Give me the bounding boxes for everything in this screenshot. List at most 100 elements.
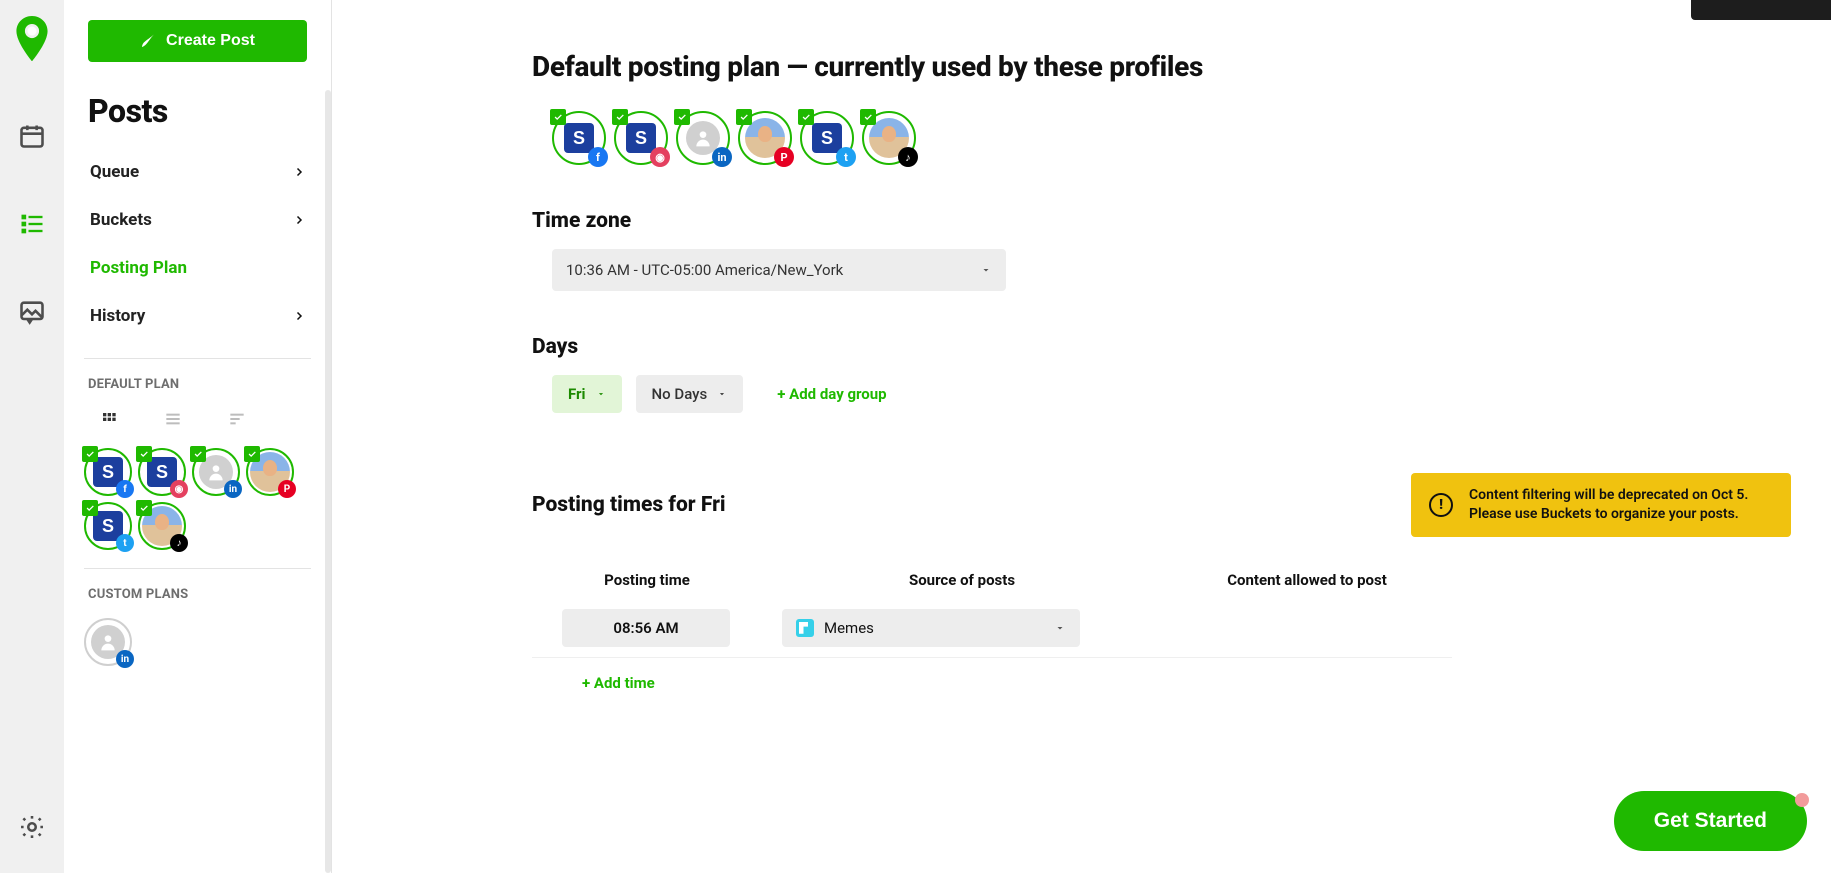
profile-avatar[interactable]: Sf [552,111,606,165]
notification-dot [1795,793,1809,807]
page-heading: Default posting plan — currently used by… [532,50,1791,83]
sidebar-item-history[interactable]: History [72,292,323,340]
profile-avatar[interactable]: St [800,111,854,165]
chevron-down-icon [596,389,606,399]
posting-plan-label: Posting Plan [90,258,187,278]
tt-badge-icon: ♪ [898,147,918,167]
profile-avatar[interactable]: S◉ [614,111,668,165]
profile-avatar[interactable]: in [676,111,730,165]
profile-row: SfS◉ in P St ♪ [532,111,1791,165]
days-row: Fri No Days + Add day group [552,375,1791,413]
profile-avatar[interactable]: St [84,502,132,550]
profile-avatar[interactable]: ♪ [862,111,916,165]
bucket-icon [796,619,814,637]
pt-badge-icon: P [278,480,296,498]
no-days-label: No Days [652,385,708,403]
posting-time-input[interactable]: 08:56 AM [562,609,730,647]
sidebar-item-queue[interactable]: Queue [72,148,323,196]
rail-settings[interactable] [0,795,64,859]
profile-avatar[interactable]: P [738,111,792,165]
profile-avatar[interactable]: in [192,448,240,496]
profile-avatar[interactable]: P [246,448,294,496]
view-sort-button[interactable] [226,408,248,430]
chevron-down-icon [1054,622,1066,634]
posting-times-table: Posting time Source of posts Content all… [532,571,1452,692]
profile-avatar[interactable]: in [84,618,132,666]
check-icon [798,109,814,125]
add-day-group-link[interactable]: + Add day group [777,385,886,403]
sidebar-item-posting-plan[interactable]: Posting Plan [72,244,323,292]
profile-avatar[interactable]: Sf [84,448,132,496]
deprecation-warning: ! Content filtering will be deprecated o… [1411,473,1791,537]
tw-badge-icon: t [116,534,134,552]
sidebar-title: Posts [64,92,331,148]
check-icon [82,446,98,462]
divider [84,568,311,569]
col-source: Source of posts [812,571,1112,589]
timezone-title: Time zone [532,209,1791,233]
app-logo [15,16,49,60]
chevron-right-icon [293,310,305,322]
view-list-button[interactable] [162,408,184,430]
profile-avatar[interactable]: ♪ [138,502,186,550]
view-grid-button[interactable] [98,408,120,430]
col-posting-time: Posting time [532,571,762,589]
feather-icon [140,33,156,49]
timezone-value: 10:36 AM - UTC-05:00 America/New_York [566,261,843,279]
tt-badge-icon: ♪ [170,534,188,552]
create-post-label: Create Post [166,32,255,50]
get-started-label: Get Started [1654,809,1767,832]
nav-rail [0,0,64,873]
posting-times-header: Posting times for Fri ! Content filterin… [532,473,1791,537]
rail-posts[interactable] [0,192,64,256]
sidebar-item-buckets[interactable]: Buckets [72,196,323,244]
warning-text: Content filtering will be deprecated on … [1469,486,1773,524]
side-nav: Queue Buckets Posting Plan History [64,148,331,340]
rail-media[interactable] [0,280,64,344]
custom-profile-grid: in [64,614,331,666]
check-icon [612,109,628,125]
li-badge-icon: in [116,650,134,668]
check-icon [736,109,752,125]
table-head: Posting time Source of posts Content all… [532,571,1452,599]
create-post-button[interactable]: Create Post [88,20,307,62]
divider [84,358,311,359]
pt-badge-icon: P [774,147,794,167]
table-row: 08:56 AM Memes [532,599,1452,658]
default-plan-label: DEFAULT PLAN [64,377,331,404]
col-allowed: Content allowed to post [1162,571,1452,589]
timezone-select[interactable]: 10:36 AM - UTC-05:00 America/New_York [552,249,1006,291]
history-label: History [90,306,145,326]
chevron-down-icon [717,389,727,399]
buckets-label: Buckets [90,210,152,230]
li-badge-icon: in [712,147,732,167]
day-pill-selected[interactable]: Fri [552,375,622,413]
check-icon [674,109,690,125]
profile-grid: SfS◉ in P St ♪ [64,444,331,550]
days-title: Days [532,335,1791,359]
ig-badge-icon: ◉ [650,147,670,167]
queue-label: Queue [90,162,139,182]
main-content: Default posting plan — currently used by… [332,0,1831,873]
source-select[interactable]: Memes [782,609,1080,647]
tw-badge-icon: t [836,147,856,167]
view-toggle [64,404,331,444]
day-selected-label: Fri [568,385,586,403]
chevron-right-icon [293,214,305,226]
li-badge-icon: in [224,480,242,498]
rail-calendar[interactable] [0,104,64,168]
add-time-link[interactable]: + Add time [582,674,1452,692]
chevron-right-icon [293,166,305,178]
chevron-down-icon [980,264,992,276]
check-icon [550,109,566,125]
check-icon [190,446,206,462]
profile-avatar[interactable]: S◉ [138,448,186,496]
ig-badge-icon: ◉ [170,480,188,498]
fb-badge-icon: f [116,480,134,498]
get-started-button[interactable]: Get Started [1614,791,1807,851]
no-days-pill[interactable]: No Days [636,375,744,413]
custom-plans-label: CUSTOM PLANS [64,587,331,614]
check-icon [244,446,260,462]
warning-icon: ! [1429,493,1453,517]
check-icon [860,109,876,125]
